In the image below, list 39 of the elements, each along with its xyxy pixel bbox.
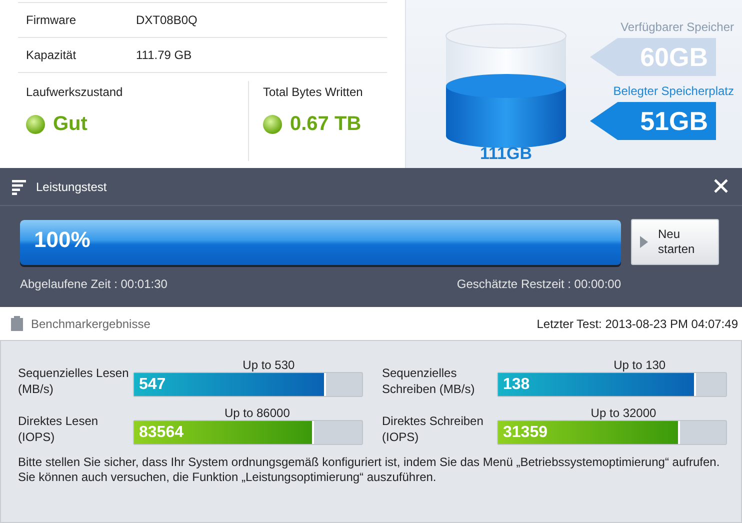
tag-label: Verfügbarer Speicher [620,20,734,34]
stat-value: Gut [53,113,88,136]
field-label: Kapazität [26,48,78,62]
stat-label: Laufwerkszustand [26,85,124,99]
benchmark-label: Direktes Schreiben (IOPS) [382,413,484,445]
dialog-title: Leistungstest [36,180,107,194]
hint-text: Bitte stellen Sie sicher, dass Ihr System ordnungsgemäß konfiguriert ist, indem Sie das Menü „Betriebssystemoptimierung“ aufrufen. [18,455,721,470]
close-icon [714,178,728,192]
status-dot [26,115,45,134]
field-value: DXT08B0Q [136,13,198,27]
last-test-time: Letzter Test: 2013-08-23 PM 04:07:49 [536,316,738,330]
elapsed-time: Abgelaufene Zeit : 00:01:30 [20,277,168,291]
field-value: 111.79 GB [136,48,192,62]
play-icon [640,236,648,248]
stat-label: Total Bytes Written [263,85,363,99]
menu-icon [12,178,26,194]
tag-label: Belegter Speicherplatz [613,84,734,98]
limit-label: Up to 32000 [590,406,656,420]
limit-label: Up to 530 [242,358,295,372]
benchmark-fill: 83564 [134,421,314,444]
benchmark-fill: 31359 [498,421,680,444]
restart-button[interactable]: Neu starten [631,219,719,265]
hint-text: Sie können auch versuchen, die Funktion „Leistungsoptimierung“ auszuführen. [18,470,438,485]
used-space-tag: 51GB [590,102,716,140]
benchmark-label: Sequenzielles Schreiben (MB/s) [382,365,476,397]
benchmark-fill: 547 [134,373,326,396]
stat-value: 0.67 TB [290,113,362,136]
benchmark-label: Direktes Lesen (IOPS) [18,413,100,445]
field-label: Firmware [26,13,77,27]
limit-label: Up to 130 [614,358,666,372]
benchmark-fill: 138 [498,373,696,396]
clipboard-icon [11,316,23,331]
status-dot [263,115,282,134]
capacity-label: 111GB [480,144,532,164]
progress-percent: 100% [34,226,90,252]
benchmark-label: Sequenzielles Lesen (MB/s) [18,365,130,397]
remaining-time: Geschätzte Restzeit : 00:00:00 [456,277,621,291]
limit-label: Up to 86000 [224,406,290,420]
results-title: Benchmarkergebnisse [31,316,150,330]
